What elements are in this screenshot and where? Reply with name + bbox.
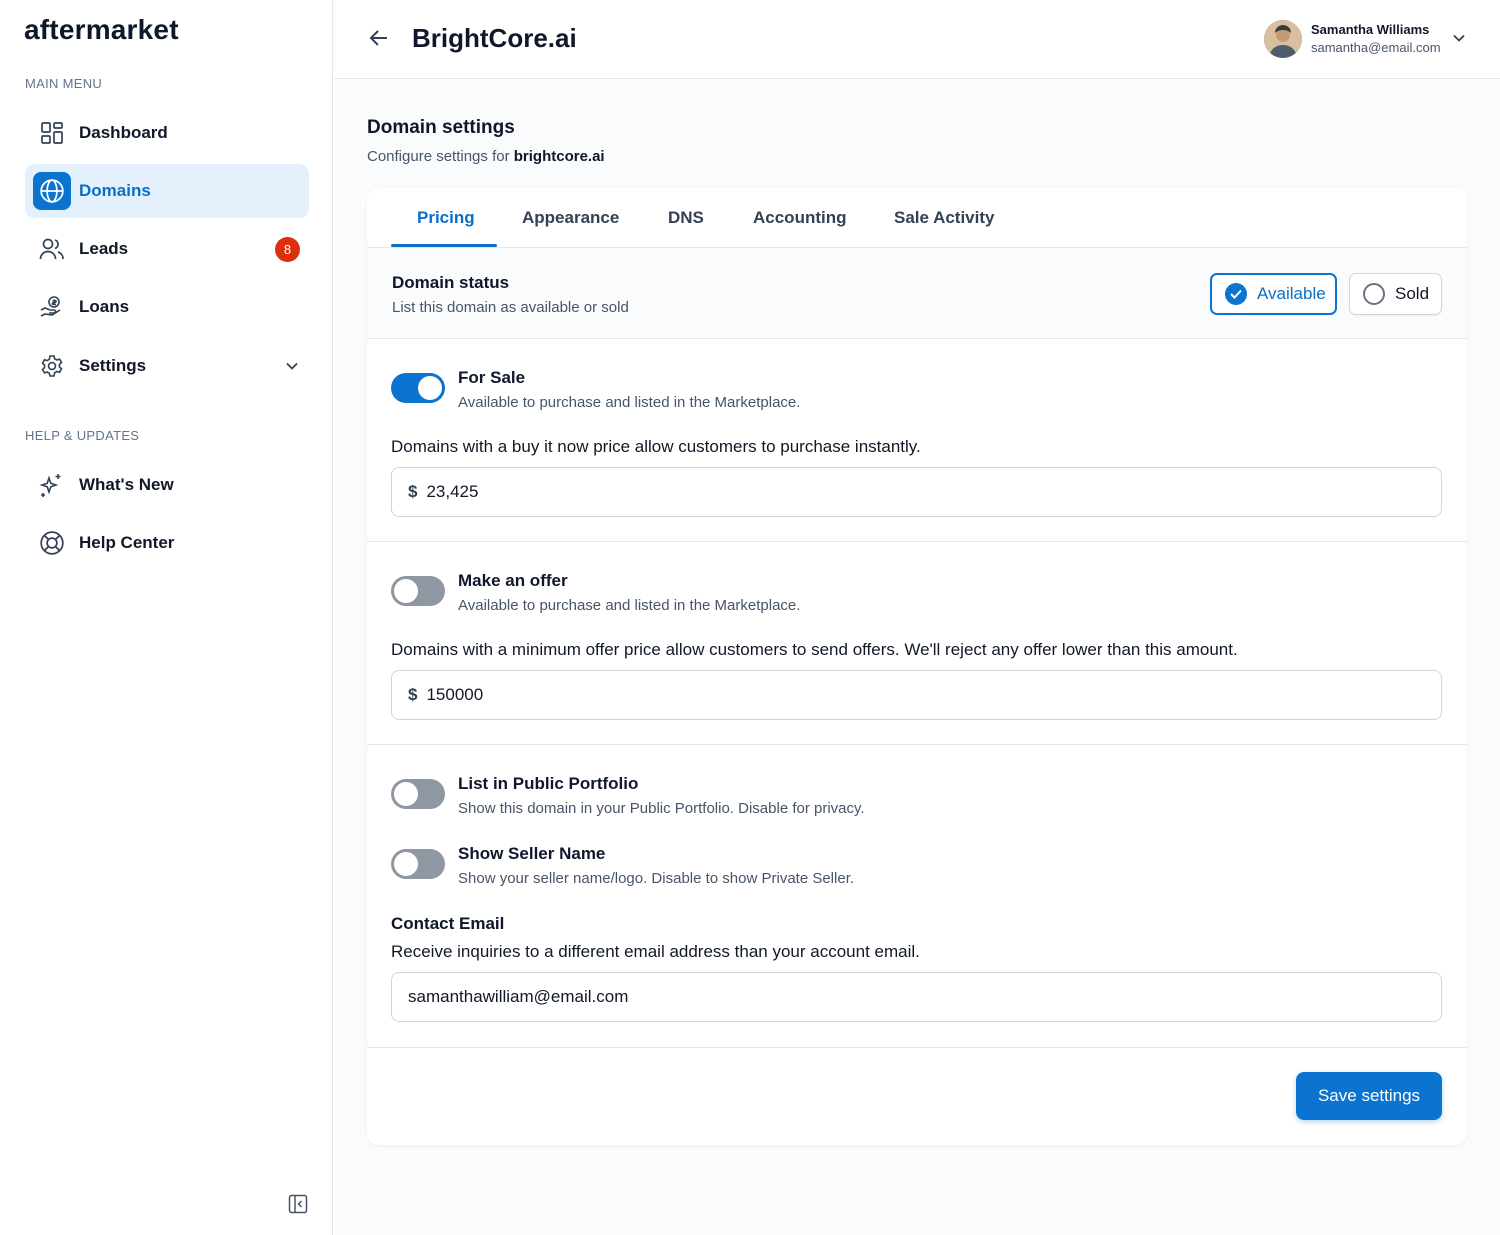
dashboard-icon: [39, 120, 65, 146]
users-icon: [39, 236, 65, 262]
buy-now-price-input[interactable]: [426, 482, 1387, 502]
sidebar-item-domains[interactable]: Domains: [25, 164, 309, 218]
sidebar-item-loans[interactable]: Loans: [25, 280, 309, 334]
visibility-section: List in Public Portfolio Show this domai…: [367, 745, 1467, 1048]
contact-email-description: Receive inquiries to a different email a…: [391, 942, 920, 961]
make-offer-info: Domains with a minimum offer price allow…: [391, 640, 1238, 659]
top-header: BrightCore.ai Samantha Williams samantha…: [334, 0, 1500, 79]
status-available-label: Available: [1257, 284, 1326, 303]
currency-symbol: $: [408, 685, 418, 704]
main-content: Domain settings Configure settings for b…: [334, 80, 1500, 1235]
status-sold-option[interactable]: Sold: [1349, 273, 1442, 315]
status-sold-label: Sold: [1395, 284, 1430, 303]
make-offer-section: Make an offer Available to purchase and …: [367, 542, 1467, 745]
domain-status-row: Domain status List this domain as availa…: [367, 248, 1467, 339]
min-offer-input[interactable]: [426, 685, 1387, 705]
for-sale-toggle[interactable]: [391, 373, 445, 403]
sidebar-item-label: Help Center: [79, 533, 175, 552]
contact-email-title: Contact Email: [391, 914, 505, 933]
domain-status-title: Domain status: [392, 273, 510, 292]
min-offer-field[interactable]: $: [391, 670, 1442, 720]
sidebar-item-label: Domains: [79, 181, 151, 200]
seller-name-description: Show your seller name/logo. Disable to s…: [458, 870, 855, 887]
loans-icon: [39, 294, 65, 320]
lifebuoy-icon: [39, 530, 65, 556]
contact-email-field[interactable]: [391, 972, 1442, 1022]
domain-status-description: List this domain as available or sold: [392, 299, 629, 316]
settings-domain: brightcore.ai: [513, 148, 605, 165]
public-portfolio-toggle[interactable]: [391, 779, 445, 809]
seller-name-title: Show Seller Name: [458, 844, 606, 863]
public-portfolio-description: Show this domain in your Public Portfoli…: [458, 800, 865, 817]
sidebar-item-label: What's New: [79, 475, 174, 494]
sidebar-item-label: Settings: [79, 356, 147, 375]
sparkles-icon: [39, 472, 65, 498]
help-updates-label: HELP & UPDATES: [25, 428, 140, 443]
main-menu-label: MAIN MENU: [25, 76, 103, 91]
active-tab-indicator: [391, 244, 497, 247]
make-offer-title: Make an offer: [458, 571, 568, 590]
sidebar-item-label: Loans: [79, 297, 130, 316]
gear-icon: [39, 353, 65, 379]
sidebar-item-label: Leads: [79, 239, 129, 258]
leads-count-badge: 8: [275, 237, 300, 262]
settings-subtitle: Configure settings for brightcore.ai: [367, 148, 605, 165]
check-circle-icon: [1225, 283, 1247, 305]
tab-sale-activity[interactable]: Sale Activity: [894, 208, 994, 228]
settings-tabs: Pricing Appearance DNS Accounting Sale A…: [367, 188, 1467, 248]
user-menu[interactable]: Samantha Williams samantha@email.com: [1264, 19, 1474, 59]
public-portfolio-title: List in Public Portfolio: [458, 774, 639, 793]
settings-subtitle-prefix: Configure settings for: [367, 148, 510, 165]
contact-email-input[interactable]: [408, 987, 1368, 1007]
for-sale-info: Domains with a buy it now price allow cu…: [391, 437, 921, 456]
radio-empty-icon: [1363, 283, 1385, 305]
sidebar-item-dashboard[interactable]: Dashboard: [25, 106, 309, 160]
settings-title: Domain settings: [367, 117, 515, 138]
globe-icon: [33, 172, 71, 210]
chevron-down-icon[interactable]: [1452, 31, 1466, 50]
for-sale-section: For Sale Available to purchase and liste…: [367, 339, 1467, 542]
page-title: BrightCore.ai: [412, 23, 577, 53]
settings-card: Pricing Appearance DNS Accounting Sale A…: [367, 188, 1467, 1145]
user-email: samantha@email.com: [1311, 40, 1441, 55]
tab-accounting[interactable]: Accounting: [753, 208, 847, 228]
for-sale-description: Available to purchase and listed in the …: [458, 394, 801, 411]
tab-pricing[interactable]: Pricing: [417, 208, 475, 228]
sidebar-item-leads[interactable]: Leads 8: [25, 222, 309, 276]
brand-logo[interactable]: aftermarket: [24, 14, 179, 46]
collapse-sidebar-icon[interactable]: [288, 1194, 308, 1219]
sidebar-item-whats-new[interactable]: What's New: [25, 458, 309, 512]
make-offer-description: Available to purchase and listed in the …: [458, 597, 801, 614]
sidebar-item-help-center[interactable]: Help Center: [25, 516, 309, 570]
tab-appearance[interactable]: Appearance: [522, 208, 619, 228]
tab-dns[interactable]: DNS: [668, 208, 704, 228]
seller-name-toggle[interactable]: [391, 849, 445, 879]
user-name: Samantha Williams: [1311, 22, 1430, 37]
buy-now-price-field[interactable]: $: [391, 467, 1442, 517]
sidebar-item-settings[interactable]: Settings: [25, 339, 309, 393]
arrow-left-icon[interactable]: [368, 27, 390, 54]
save-settings-button[interactable]: Save settings: [1296, 1072, 1442, 1120]
sidebar-item-label: Dashboard: [79, 123, 168, 142]
status-available-option[interactable]: Available: [1210, 273, 1337, 315]
for-sale-title: For Sale: [458, 368, 526, 387]
make-offer-toggle[interactable]: [391, 576, 445, 606]
avatar: [1264, 20, 1302, 58]
chevron-down-icon[interactable]: [285, 358, 299, 378]
currency-symbol: $: [408, 482, 418, 501]
sidebar: aftermarket MAIN MENU Dashboard Domains …: [0, 0, 333, 1235]
